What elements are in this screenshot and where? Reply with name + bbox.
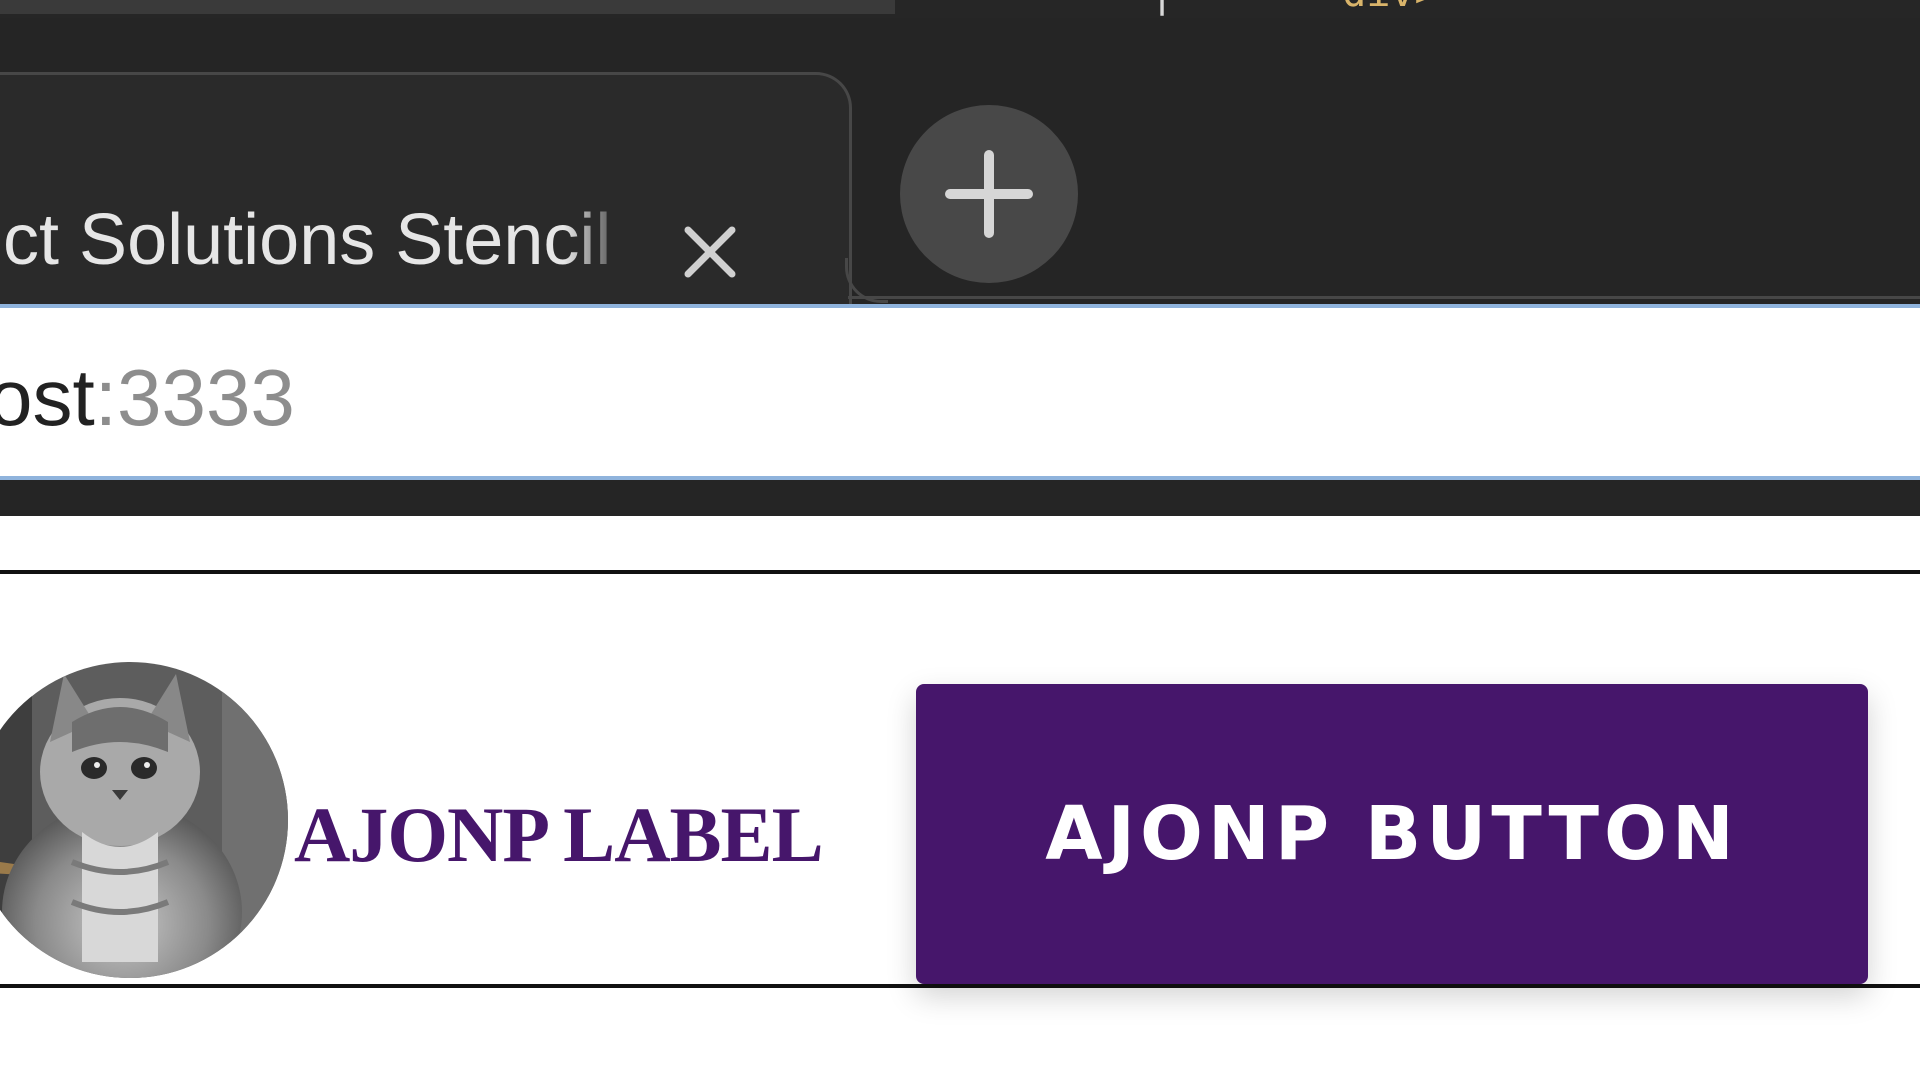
code-snippet-a: | (1150, 0, 1174, 16)
editor-strip: | div> (0, 0, 1920, 18)
component-container: AJONP LABEL AJONP BUTTON (0, 570, 1920, 988)
close-icon[interactable] (678, 220, 742, 284)
ajonp-button[interactable]: AJONP BUTTON (916, 684, 1868, 984)
address-url[interactable]: ost:3333 (0, 348, 295, 448)
ajonp-label: AJONP LABEL (294, 791, 824, 878)
tab-strip-line (848, 296, 1920, 299)
tab-strip: ect Solutions Stencil (0, 18, 1920, 335)
address-bar[interactable]: ost:3333 (0, 304, 1920, 480)
address-host: ost (0, 353, 95, 442)
address-bar-area: ost:3333 (0, 304, 1920, 516)
code-snippet-b: div> (1342, 0, 1438, 16)
new-tab-button[interactable] (900, 105, 1078, 283)
kitten-avatar (0, 662, 288, 978)
page-content: AJONP LABEL AJONP BUTTON (0, 516, 1920, 1080)
address-port: 3333 (116, 353, 295, 442)
avatar (0, 662, 288, 978)
tab-title: ect Solutions Stencil (0, 200, 612, 280)
code-snippet: | div> (1150, 0, 1439, 18)
editor-strip-left (0, 0, 895, 14)
plus-icon (945, 150, 1033, 238)
address-separator: : (94, 353, 117, 442)
browser-tab[interactable]: ect Solutions Stencil (0, 72, 852, 335)
